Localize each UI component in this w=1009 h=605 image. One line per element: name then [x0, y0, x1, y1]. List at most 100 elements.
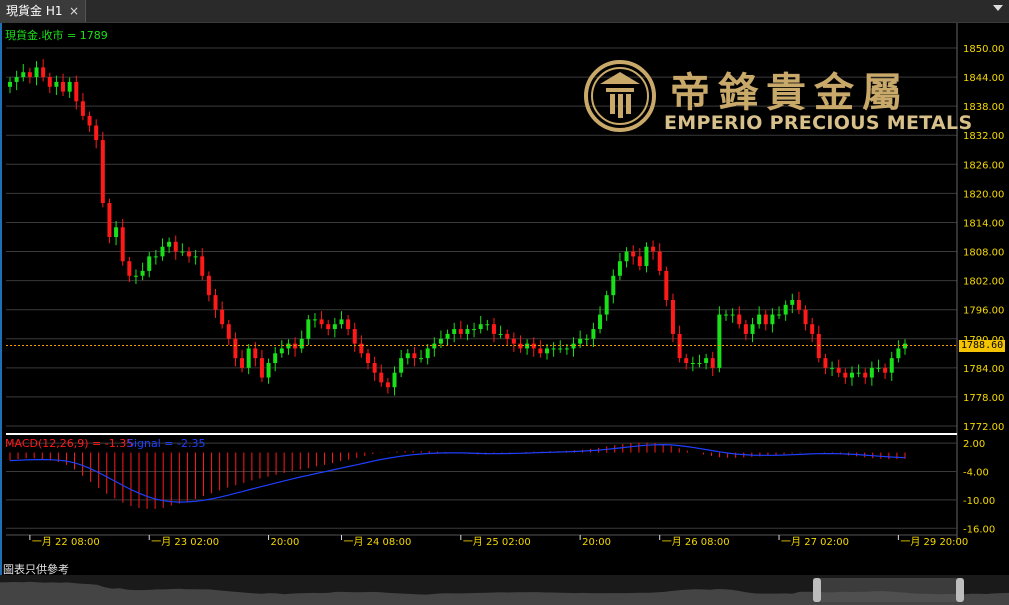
- price-legend: 現貨金.收市 = 1789: [5, 28, 108, 42]
- macd-signal-line: [9, 443, 906, 503]
- candle-body: [777, 314, 782, 316]
- candle-body: [485, 324, 490, 326]
- candle-body: [312, 319, 317, 321]
- candle-body: [94, 125, 99, 141]
- x-tick-label: 一月 29 20:00: [900, 536, 968, 548]
- candle-body: [419, 358, 424, 360]
- candle-body: [478, 324, 483, 330]
- candle-body: [61, 81, 66, 92]
- candle-body: [273, 353, 278, 363]
- tab-bar: 現貨金 H1 ×: [0, 0, 1009, 23]
- candle-body: [511, 338, 516, 344]
- macd-y-tick-label: -16.00: [963, 524, 995, 535]
- candle-body: [637, 256, 642, 267]
- tab-title: 現貨金 H1: [6, 4, 63, 18]
- last-price-tag: 1788.60: [959, 339, 1006, 352]
- candle-body: [372, 363, 377, 373]
- scrollbar-right-handle[interactable]: [956, 578, 964, 602]
- candle-body: [200, 256, 205, 276]
- candle-body: [266, 363, 271, 378]
- candle-body: [750, 324, 755, 334]
- y-tick-label: 1778.00: [963, 393, 1004, 404]
- candle-body: [730, 314, 735, 316]
- candle-body: [133, 275, 138, 277]
- x-tick-label: 20:00: [271, 537, 300, 548]
- y-tick-label: 1784.00: [963, 364, 1004, 375]
- y-tick-label: 1814.00: [963, 218, 1004, 229]
- candle-body: [193, 256, 198, 258]
- y-tick-label: 1772.00: [963, 422, 1004, 433]
- candle-body: [472, 329, 477, 331]
- signal-legend: Signal = -2.35: [127, 437, 205, 450]
- candle-body: [856, 372, 861, 374]
- candle-body: [147, 256, 152, 271]
- candle-body: [737, 314, 742, 325]
- candle-body: [246, 348, 251, 368]
- candle-body: [876, 367, 881, 369]
- candle-body: [385, 382, 390, 388]
- x-tick-label: 一月 23 02:00: [151, 536, 219, 548]
- candle-body: [27, 72, 32, 78]
- close-icon[interactable]: ×: [69, 0, 79, 22]
- candle-body: [445, 333, 450, 339]
- candle-body: [670, 300, 675, 334]
- x-tick-label: 一月 25 02:00: [463, 536, 531, 548]
- candle-body: [167, 241, 172, 247]
- candle-body: [114, 227, 119, 237]
- candle-body: [883, 367, 888, 373]
- candle-body: [438, 338, 443, 344]
- candle-body: [332, 324, 337, 330]
- candle-body: [578, 338, 583, 344]
- candle-body: [259, 358, 264, 378]
- candle-body: [538, 348, 543, 354]
- x-tick-label: 一月 26 08:00: [662, 536, 730, 548]
- candle-body: [392, 372, 397, 388]
- candle-body: [54, 81, 59, 87]
- candle-body: [604, 295, 609, 315]
- logo: 帝鋒貴金屬 EMPERIO PRECIOUS METALS: [584, 60, 972, 140]
- logo-chinese-text: 帝鋒貴金屬: [670, 69, 910, 116]
- scrollbar-left-handle[interactable]: [813, 578, 821, 602]
- candle-body: [80, 101, 85, 116]
- candle-body: [843, 372, 848, 378]
- candle-body: [564, 348, 569, 350]
- candle-body: [34, 67, 39, 78]
- candle-body: [498, 333, 503, 335]
- candle-body: [697, 363, 702, 364]
- chevron-down-icon[interactable]: [993, 5, 1003, 11]
- candle-body: [505, 333, 510, 339]
- candle-body: [153, 256, 158, 258]
- y-tick-label: 1844.00: [963, 73, 1004, 84]
- scrollbar-window[interactable]: [813, 578, 963, 602]
- candle-body: [120, 227, 125, 262]
- candle-body: [306, 319, 311, 339]
- candle-body: [717, 314, 722, 368]
- candle-body: [465, 329, 470, 334]
- candle-body: [253, 348, 258, 359]
- candle-body: [889, 358, 894, 373]
- candle-body: [74, 81, 79, 102]
- candle-body: [545, 348, 549, 354]
- candle-body: [14, 77, 19, 82]
- logo-english-text: EMPERIO PRECIOUS METALS: [664, 112, 973, 134]
- candle-body: [41, 67, 46, 78]
- candle-body: [405, 353, 410, 359]
- candle-body: [352, 329, 357, 344]
- candle-body: [611, 275, 616, 296]
- emperio-emblem-icon: [584, 60, 656, 132]
- candle-body: [47, 77, 52, 87]
- candle-body: [664, 270, 669, 300]
- chart-scrollbar[interactable]: [0, 575, 1009, 605]
- candle-body: [127, 261, 132, 276]
- candle-body: [412, 353, 417, 359]
- candle-body: [651, 246, 656, 252]
- candle-body: [220, 309, 225, 325]
- candle-body: [830, 367, 835, 369]
- tab-spot-gold-h1[interactable]: 現貨金 H1 ×: [0, 0, 86, 22]
- candle-body: [796, 300, 801, 310]
- candle-body: [591, 329, 596, 339]
- macd-y-tick-label: -4.00: [963, 467, 989, 478]
- candle-body: [226, 324, 231, 339]
- y-tick-label: 1808.00: [963, 248, 1004, 259]
- candle-body: [8, 81, 12, 87]
